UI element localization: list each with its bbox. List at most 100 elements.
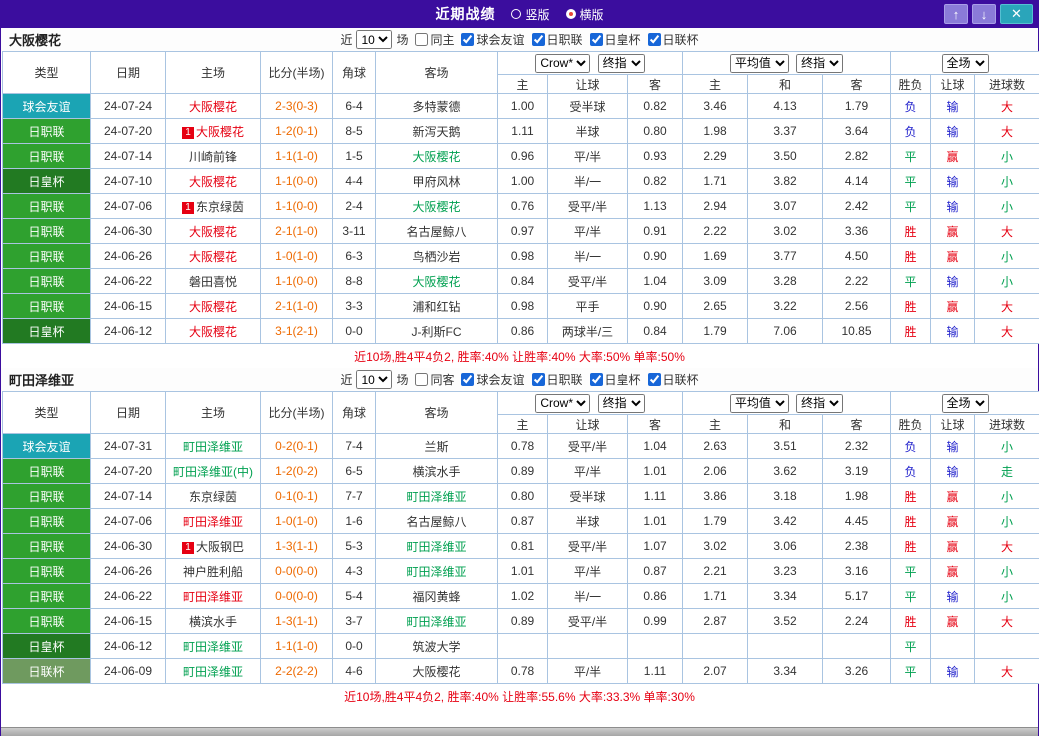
away-team-name[interactable]: 大阪樱花 [412,200,460,214]
home-team-name[interactable]: 大阪樱花 [196,125,244,139]
home-team-name[interactable]: 大阪樱花 [189,100,237,114]
avg-away: 1.98 [821,483,892,509]
away-team-name[interactable]: 横滨水手 [412,465,460,479]
odds-handicap: 平/半 [547,658,628,684]
home-team-name[interactable]: 横滨水手 [189,615,237,629]
friendly-checkbox[interactable] [461,373,475,386]
games-label: 场 [396,373,409,387]
avg-type-select[interactable]: 平均值 [729,53,789,73]
jleague-checkbox[interactable] [531,373,545,386]
home-team-name[interactable]: 大阪樱花 [189,225,237,239]
away-team-name[interactable]: 大阪樱花 [412,275,460,289]
league-filter-friendly[interactable]: 球会友谊 [461,371,525,388]
home-team-name[interactable]: 大阪樱花 [189,175,237,189]
league-filter-emperor-cup[interactable]: 日皇杯 [589,31,641,48]
away-team-name[interactable]: 多特蒙德 [412,100,460,114]
match-score: 0-0(0-0) [260,583,333,609]
odds-time-select[interactable]: 终指 [597,393,645,413]
scope-select[interactable]: 全场 [941,53,989,73]
home-team-name[interactable]: 町田泽维亚(中) [173,465,253,479]
layout-radio-horizontal[interactable]: 横版 [565,6,604,23]
odds-company-select[interactable]: Crow* [535,393,591,413]
odds-home: 0.81 [497,533,548,559]
result-handicap: 输 [930,318,976,344]
result-handicap: 赢 [930,293,976,319]
avg-type-select[interactable]: 平均值 [729,393,789,413]
avg-home: 2.94 [682,193,748,219]
scope-select[interactable]: 全场 [941,393,989,413]
same-venue-checkbox[interactable] [415,373,429,386]
same-venue-filter[interactable]: 同客 [415,371,454,388]
scroll-up-button[interactable]: ↑ [944,4,968,24]
away-team-name[interactable]: 鸟栖沙岩 [412,250,460,264]
away-team-name[interactable]: 兰斯 [424,440,448,454]
away-team-name[interactable]: 町田泽维亚 [406,490,466,504]
emperor-cup-label: 日皇杯 [604,33,641,47]
away-team-name[interactable]: 名古屋鲸八 [406,515,466,529]
odds-time-select[interactable]: 终指 [597,53,645,73]
league-filter-friendly[interactable]: 球会友谊 [461,31,525,48]
league-filter-emperor-cup[interactable]: 日皇杯 [589,371,641,388]
corner-score: 6-5 [332,458,376,484]
odds-away: 0.86 [627,583,683,609]
avg-time-select[interactable]: 终指 [796,53,844,73]
emperor-cup-checkbox[interactable] [589,33,603,46]
away-team-name[interactable]: 大阪樱花 [412,150,460,164]
home-team-cell: 大阪樱花 [165,168,261,194]
away-team-name[interactable]: J-利斯FC [412,325,462,339]
away-team-name[interactable]: 大阪樱花 [412,665,460,679]
emperor-cup-checkbox[interactable] [589,373,603,386]
match-date: 24-06-22 [90,268,166,294]
match-row: 日皇杯 24-06-12 町田泽维亚 1-1(1-0) 0-0 筑波大学 平 [2,633,1039,659]
home-team-name[interactable]: 町田泽维亚 [183,515,243,529]
match-row: 日皇杯 24-06-12 大阪樱花 3-1(2-1) 0-0 J-利斯FC 0.86 两球半/… [2,318,1039,344]
league-cup-checkbox[interactable] [647,373,661,386]
home-team-name[interactable]: 大阪樱花 [189,300,237,314]
away-team-name[interactable]: 浦和红钻 [412,300,460,314]
home-team-name[interactable]: 大阪钢巴 [196,540,244,554]
avg-time-select[interactable]: 终指 [796,393,844,413]
result-outcome: 负 [890,118,932,144]
home-team-name[interactable]: 町田泽维亚 [183,640,243,654]
friendly-checkbox[interactable] [461,33,475,46]
home-team-name[interactable]: 神户胜利船 [183,565,243,579]
same-venue-filter[interactable]: 同主 [415,31,454,48]
away-team-name[interactable]: 町田泽维亚 [406,615,466,629]
away-team-name[interactable]: 福冈黄蜂 [412,590,460,604]
match-count-select[interactable]: 10 [356,370,393,389]
away-team-name[interactable]: 町田泽维亚 [406,565,466,579]
scroll-down-button[interactable]: ↓ [972,4,996,24]
home-team-name[interactable]: 町田泽维亚 [183,440,243,454]
league-cup-checkbox[interactable] [647,33,661,46]
away-team-name[interactable]: 甲府风林 [412,175,460,189]
away-team-name[interactable]: 町田泽维亚 [406,540,466,554]
result-outcome: 胜 [890,508,932,534]
home-team-name[interactable]: 东京绿茵 [189,490,237,504]
home-team-name[interactable]: 东京绿茵 [196,200,244,214]
odds-company-select[interactable]: Crow* [535,53,591,73]
league-filter-league-cup[interactable]: 日联杯 [647,31,699,48]
home-team-name[interactable]: 川崎前锋 [189,150,237,164]
bottom-scrollbar[interactable] [1,727,1038,736]
layout-radio-vertical[interactable]: 竖版 [511,6,550,23]
league-filter-jleague[interactable]: 日职联 [531,31,583,48]
close-button[interactable]: ✕ [1000,4,1033,24]
home-team-name[interactable]: 町田泽维亚 [183,590,243,604]
home-team-name[interactable]: 大阪樱花 [189,325,237,339]
away-team-cell: 町田泽维亚 [375,483,498,509]
same-venue-checkbox[interactable] [415,33,429,46]
home-team-name[interactable]: 磐田喜悦 [189,275,237,289]
match-row: 日职联 24-06-30 大阪樱花 2-1(1-0) 3-11 名古屋鲸八 0.97 平/半 0… [2,218,1039,244]
away-team-name[interactable]: 筑波大学 [412,640,460,654]
home-team-name[interactable]: 大阪樱花 [189,250,237,264]
match-count-select[interactable]: 10 [356,30,393,49]
home-team-name[interactable]: 町田泽维亚 [183,665,243,679]
league-filter-jleague[interactable]: 日职联 [531,371,583,388]
league-filter-league-cup[interactable]: 日联杯 [647,371,699,388]
away-team-name[interactable]: 新泻天鹅 [412,125,460,139]
away-team-name[interactable]: 名古屋鲸八 [406,225,466,239]
avg-away: 2.38 [821,533,892,559]
corner-score: 8-5 [332,118,376,144]
results-table: 类型 日期 主场 比分(半场) 角球 客场 Crow* 终指 平均值 终指 全场… [2,51,1039,344]
jleague-checkbox[interactable] [531,33,545,46]
